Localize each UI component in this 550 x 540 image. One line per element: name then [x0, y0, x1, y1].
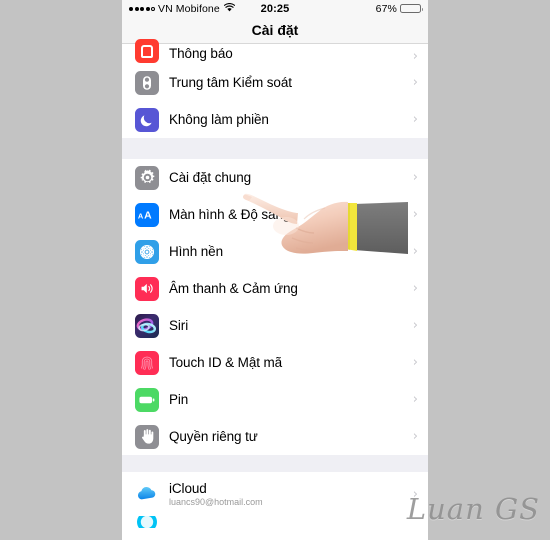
screenshot-canvas: VN Mobifone 20:25 67% Cài đặt Thông báo …: [0, 0, 550, 540]
settings-row-sounds-haptics[interactable]: Âm thanh & Cảm ứng ›: [122, 270, 428, 307]
settings-row-siri[interactable]: Siri ›: [122, 307, 428, 344]
chevron-right-icon: ›: [412, 49, 418, 64]
settings-row-label: Âm thanh & Cảm ứng: [169, 280, 298, 296]
settings-row-touch-id-passcode[interactable]: Touch ID & Mật mã ›: [122, 344, 428, 381]
battery-percent-label: 67%: [375, 2, 397, 15]
chevron-right-icon: ›: [412, 112, 418, 127]
settings-row-notifications[interactable]: Thông báo ›: [122, 39, 428, 64]
settings-row-label: Quyền riêng tư: [169, 428, 258, 444]
control-center-icon: [135, 70, 159, 95]
status-bar-left: VN Mobifone: [129, 3, 235, 15]
icloud-account-email: luancs90@hotmail.com: [169, 497, 263, 507]
battery-icon: [135, 387, 159, 412]
settings-row-wallpaper[interactable]: Hình nền ›: [122, 233, 428, 270]
settings-row-next-partial[interactable]: [122, 516, 428, 528]
chevron-right-icon: ›: [412, 75, 418, 90]
chevron-right-icon: ›: [412, 392, 418, 407]
chevron-right-icon: ›: [412, 244, 418, 259]
settings-row-icloud[interactable]: iCloud luancs90@hotmail.com ›: [122, 472, 428, 516]
settings-row-control-center[interactable]: Trung tâm Kiểm soát ›: [122, 64, 428, 101]
chevron-right-icon: ›: [412, 170, 418, 185]
notifications-icon: [135, 39, 159, 63]
hand-privacy-icon: [135, 424, 159, 449]
carrier-label: VN Mobifone: [158, 2, 220, 15]
speaker-icon: [135, 276, 159, 301]
svg-text:A: A: [144, 210, 152, 221]
icloud-icon: [135, 482, 159, 506]
siri-icon: [135, 313, 159, 338]
settings-row-battery[interactable]: Pin ›: [122, 381, 428, 418]
itunes-appstore-icon: [135, 516, 159, 528]
navigation-bar: Cài đặt: [122, 17, 428, 44]
fingerprint-icon: [135, 350, 159, 375]
settings-row-label: Không làm phiền: [169, 111, 269, 127]
settings-row-privacy[interactable]: Quyền riêng tư ›: [122, 418, 428, 455]
page-title: Cài đặt: [251, 22, 299, 38]
settings-row-label: Hình nền: [169, 243, 223, 259]
wallpaper-icon: [135, 239, 159, 264]
settings-group-notifications: Thông báo › Trung tâm Kiểm soát › Không …: [122, 39, 428, 138]
chevron-right-icon: ›: [412, 429, 418, 444]
settings-list[interactable]: Thông báo › Trung tâm Kiểm soát › Không …: [122, 39, 428, 528]
settings-row-label: iCloud: [169, 481, 207, 496]
settings-row-label: Màn hình & Độ sáng: [169, 206, 291, 222]
settings-row-label: Siri: [169, 317, 189, 333]
group-separator: [122, 138, 428, 159]
wifi-icon: [223, 2, 235, 15]
svg-text:A: A: [138, 211, 144, 220]
battery-icon: [400, 3, 423, 14]
settings-row-label: Touch ID & Mật mã: [169, 354, 283, 370]
settings-group-icloud: iCloud luancs90@hotmail.com ›: [122, 472, 428, 528]
settings-row-do-not-disturb[interactable]: Không làm phiền ›: [122, 101, 428, 138]
settings-row-label: Thông báo: [169, 46, 233, 61]
do-not-disturb-icon: [135, 107, 159, 132]
watermark: Luan GS: [406, 492, 540, 526]
chevron-right-icon: ›: [412, 207, 418, 222]
settings-row-label: Pin: [169, 391, 189, 407]
gear-icon: [135, 165, 159, 190]
settings-row-general[interactable]: Cài đặt chung ›: [122, 159, 428, 196]
phone-screen: VN Mobifone 20:25 67% Cài đặt Thông báo …: [122, 0, 428, 540]
group-separator: [122, 455, 428, 472]
status-bar-right: 67%: [375, 2, 423, 15]
settings-group-general: Cài đặt chung › A A Màn hình & Độ sáng ›: [122, 159, 428, 455]
settings-row-display-brightness[interactable]: A A Màn hình & Độ sáng ›: [122, 196, 428, 233]
settings-row-label: Trung tâm Kiểm soát: [169, 74, 292, 90]
status-bar: VN Mobifone 20:25 67%: [122, 0, 428, 17]
chevron-right-icon: ›: [412, 318, 418, 333]
chevron-right-icon: ›: [412, 281, 418, 296]
chevron-right-icon: ›: [412, 355, 418, 370]
signal-strength-icon: [129, 6, 155, 11]
settings-row-label: Cài đặt chung: [169, 169, 252, 185]
display-text-size-icon: A A: [135, 202, 159, 227]
